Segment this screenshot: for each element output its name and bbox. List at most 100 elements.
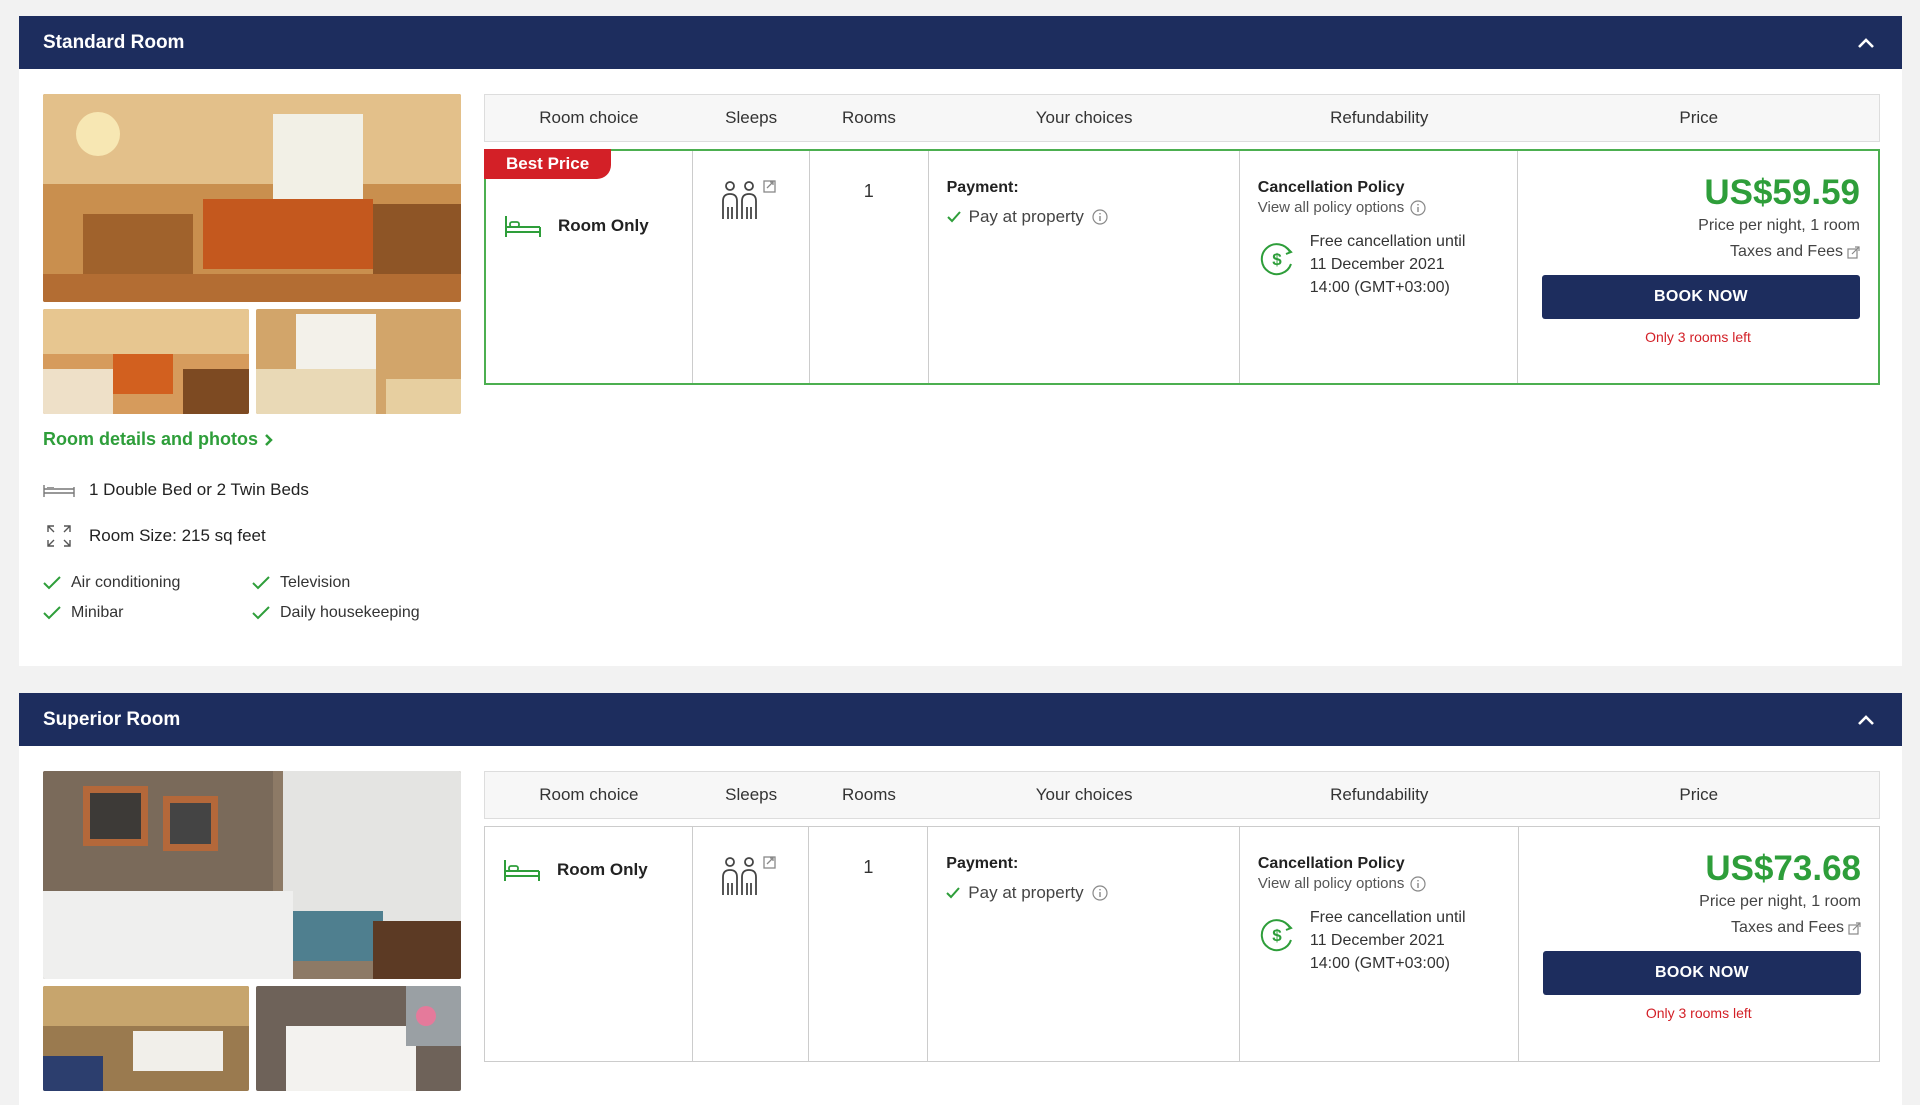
best-price-badge: Best Price — [484, 149, 612, 179]
col-rooms: Rooms — [842, 108, 896, 127]
price-per-night: Price per night, 1 room — [1699, 893, 1861, 910]
free-cancellation-date: 11 December 2021 — [1309, 256, 1445, 273]
price-cell: US$59.59 Price per night, 1 room Taxes a… — [1518, 151, 1878, 383]
rooms-left-notice: Only 3 rooms left — [1645, 1005, 1752, 1021]
check-icon — [43, 606, 61, 620]
choices-cell: Payment: Pay at property — [928, 827, 1240, 1061]
sleeps-cell — [693, 151, 810, 383]
room-choice-label: Room Only — [557, 860, 648, 879]
col-price: Price — [1679, 108, 1719, 127]
free-cancellation-line: Free cancellation until — [1309, 909, 1466, 926]
chevron-up-icon[interactable] — [1854, 708, 1878, 732]
col-rooms: Rooms — [842, 785, 896, 804]
external-link-icon — [1848, 921, 1861, 935]
payment-label: Payment: — [946, 179, 1019, 196]
rooms-count: 1 — [809, 827, 929, 1061]
col-room-choice: Room choice — [539, 108, 639, 127]
free-cancellation: $ Free cancellation until 11 December 20… — [1258, 906, 1500, 975]
free-cancellation-date: 11 December 2021 — [1309, 932, 1445, 949]
view-policy-options-link[interactable]: View all policy options — [1258, 875, 1500, 892]
svg-text:$: $ — [1272, 250, 1282, 269]
refund-cell: Cancellation Policy View all policy opti… — [1240, 151, 1519, 383]
payment-label: Payment: — [946, 855, 1019, 872]
rates-table: Room choice Sleeps Rooms Your choices Re… — [484, 771, 1880, 1062]
payment-option: Pay at property — [946, 883, 1221, 903]
info-icon[interactable] — [1410, 199, 1426, 216]
refund-dollar-icon: $ — [1260, 243, 1293, 276]
free-cancellation-text: Free cancellation until 11 December 2021… — [1310, 230, 1466, 299]
room-photo-thumb-1[interactable] — [43, 986, 249, 1091]
bed-spec: 1 Double Bed or 2 Twin Beds — [43, 479, 309, 501]
chevron-right-icon — [265, 433, 273, 446]
info-icon[interactable] — [1410, 875, 1426, 892]
svg-text:$: $ — [1272, 926, 1282, 945]
col-refundability: Refundability — [1330, 108, 1429, 127]
expand-icon — [43, 525, 75, 547]
check-icon — [252, 576, 270, 590]
two-adults-icon[interactable] — [720, 179, 780, 228]
room-details-link-label: Room details and photos — [43, 429, 259, 449]
bed-spec-text: 1 Double Bed or 2 Twin Beds — [89, 480, 309, 499]
price-per-night: Price per night, 1 room — [1698, 217, 1860, 234]
room-header[interactable]: Standard Room — [19, 16, 1902, 69]
amenity-label: Daily housekeeping — [280, 604, 420, 621]
free-cancellation-line: Free cancellation until — [1309, 233, 1466, 250]
chevron-up-icon[interactable] — [1854, 31, 1878, 55]
price-cell: US$73.68 Price per night, 1 room Taxes a… — [1519, 827, 1880, 1061]
room-choice-label: Room Only — [558, 216, 649, 235]
amenity-label: Minibar — [71, 604, 124, 621]
taxes-and-fees-label: Taxes and Fees — [1730, 243, 1843, 260]
free-cancellation-time: 14:00 (GMT+03:00) — [1309, 955, 1450, 972]
room-header[interactable]: Superior Room — [19, 693, 1902, 746]
check-icon — [946, 211, 961, 223]
info-icon[interactable] — [1092, 209, 1108, 225]
room-photo-thumb-2[interactable] — [256, 986, 461, 1091]
free-cancellation: $ Free cancellation until 11 December 20… — [1258, 230, 1499, 299]
price-value: US$59.59 — [1704, 173, 1860, 212]
bed-icon — [505, 216, 541, 237]
amenity-item: Minibar — [43, 604, 252, 622]
col-sleeps: Sleeps — [725, 108, 778, 127]
refund-cell: Cancellation Policy View all policy opti… — [1240, 827, 1519, 1061]
col-room-choice: Room choice — [539, 785, 639, 804]
room-photo-thumb-2[interactable] — [256, 309, 461, 414]
col-your-choices: Your choices — [1035, 785, 1133, 804]
bed-icon — [504, 860, 540, 881]
col-your-choices: Your choices — [1035, 108, 1133, 127]
rooms-left-notice: Only 3 rooms left — [1645, 329, 1751, 345]
check-icon — [43, 576, 61, 590]
rate-row: Best Price Room Only 1 Payment: Pay at p… — [484, 149, 1880, 385]
room-photo-thumb-1[interactable] — [43, 309, 249, 414]
room-details-link[interactable]: Room details and photos — [43, 429, 274, 450]
view-policy-options-link[interactable]: View all policy options — [1258, 199, 1499, 216]
room-card-standard: Standard Room Room details and photos 1 … — [19, 16, 1902, 666]
info-icon[interactable] — [1091, 885, 1108, 901]
room-choice-cell: Best Price Room Only — [484, 149, 694, 383]
payment-option-text: Pay at property — [968, 207, 1084, 226]
room-title: Standard Room — [43, 31, 185, 53]
col-price: Price — [1679, 785, 1719, 804]
sleeps-cell — [693, 827, 810, 1061]
rates-table: Room choice Sleeps Rooms Your choices Re… — [484, 94, 1880, 385]
payment-option-text: Pay at property — [968, 883, 1084, 902]
room-title: Superior Room — [43, 708, 181, 730]
two-adults-icon[interactable] — [720, 855, 780, 904]
size-spec-text: Room Size: 215 sq feet — [89, 526, 266, 545]
view-policy-options-label: View all policy options — [1257, 199, 1405, 216]
taxes-and-fees-label: Taxes and Fees — [1731, 919, 1844, 936]
book-now-button[interactable]: BOOK NOW — [1543, 951, 1861, 995]
room-photo-main[interactable] — [43, 94, 461, 302]
amenities-list: Air conditioning Television Minibar Dail… — [43, 574, 463, 622]
book-now-button[interactable]: BOOK NOW — [1542, 275, 1860, 319]
room-photo-main[interactable] — [43, 771, 461, 979]
external-link-icon — [1847, 245, 1860, 259]
amenity-item: Daily housekeeping — [252, 604, 461, 622]
col-refundability: Refundability — [1330, 785, 1429, 804]
price-value: US$73.68 — [1705, 849, 1861, 888]
choices-cell: Payment: Pay at property — [929, 151, 1240, 383]
amenity-label: Air conditioning — [71, 574, 181, 591]
amenity-label: Television — [280, 574, 351, 591]
room-choice: Room Only — [504, 213, 649, 239]
taxes-and-fees-link[interactable]: Taxes and Fees — [1537, 919, 1862, 937]
taxes-and-fees-link[interactable]: Taxes and Fees — [1536, 243, 1860, 261]
